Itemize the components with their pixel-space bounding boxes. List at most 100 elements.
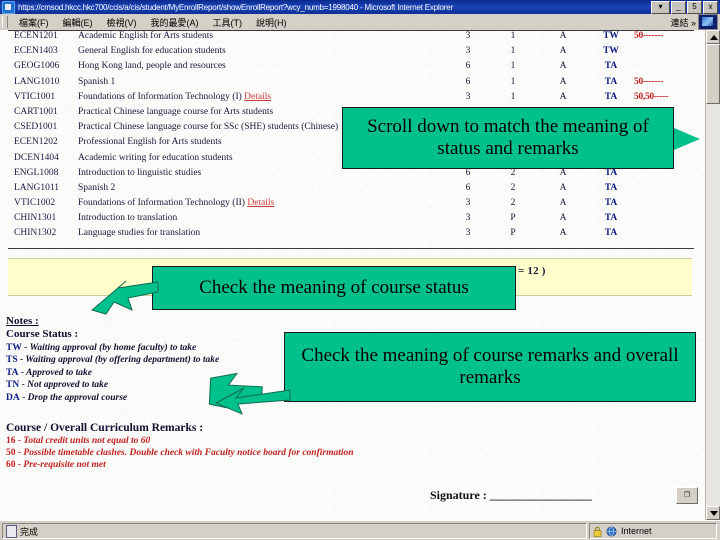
course-code: VTIC1001 [14, 91, 56, 102]
menu-item-tools[interactable]: 工具(T) [206, 16, 250, 29]
course-title: Hong Kong land, people and resources [78, 61, 226, 72]
course-grade: A [559, 167, 567, 178]
security-zone-pane[interactable]: Internet [589, 523, 717, 539]
course-semester: 1 [510, 91, 516, 102]
course-credit: 6 [465, 167, 471, 178]
course-remark: 50------- [634, 76, 663, 87]
course-credit: 3 [465, 198, 471, 209]
restore-window-button[interactable]: ❐ [676, 487, 698, 504]
course-code: CART1001 [14, 106, 58, 117]
scroll-up-button[interactable] [706, 30, 720, 44]
arrow-to-course-status-icon [90, 280, 159, 315]
note-item: TA - Approved to take [6, 368, 219, 378]
remark-item: 60 - Pre-requisite not met [6, 460, 354, 470]
browser-window: https://cmsod.hkcc.hkc700/ccis/a/cis/stu… [0, 0, 720, 540]
course-title: Academic English for Arts students [78, 31, 214, 41]
course-title-text: Foundations of Information Technology (I… [78, 91, 242, 102]
course-status: TA [604, 182, 618, 193]
course-credit: 3 [465, 91, 471, 102]
vertical-scrollbar[interactable] [705, 30, 720, 520]
course-credit: 6 [465, 182, 471, 193]
course-credit: 3 [465, 31, 471, 41]
note-text: - Waiting approval (by home faculty) to … [24, 342, 197, 353]
course-status: TA [604, 76, 618, 87]
course-title-text: Foundations of Information Technology (I… [78, 198, 245, 209]
close-button[interactable]: x [703, 0, 718, 14]
course-remark: 50,50----- [634, 91, 669, 102]
course-credit: 6 [465, 76, 471, 87]
course-grade: A [559, 61, 567, 72]
note-text: - Waiting approval (by offering departme… [20, 355, 220, 365]
course-code: CSED1001 [14, 122, 58, 133]
status-message: 完成 [20, 526, 39, 537]
links-button[interactable]: 連結 » [670, 16, 696, 29]
note-key: TW [6, 342, 22, 353]
note-key: TS [6, 355, 18, 365]
table-row: CHIN1302 Language studies for translatio… [8, 228, 694, 243]
course-status: TW [603, 46, 619, 57]
remark-key: 60 [6, 460, 16, 470]
remark-text: - Total credit units not equal to 60 [17, 436, 151, 446]
course-title: General English for education students [78, 46, 226, 57]
lock-icon [593, 526, 602, 537]
table-row: VTIC1001 Foundations of Information Tech… [8, 92, 694, 107]
menu-item-view[interactable]: 檢視(V) [100, 16, 144, 29]
course-code: ECEN1202 [14, 137, 58, 148]
menubar-right: 連結 » [670, 14, 720, 30]
scroll-down-button[interactable] [706, 506, 720, 520]
notes-section: Notes : Course Status : TW - Waiting app… [6, 315, 219, 403]
course-status: TA [604, 91, 618, 102]
course-code: CHIN1302 [14, 228, 57, 239]
course-credit: 6 [465, 61, 471, 72]
course-grade: A [559, 213, 567, 224]
course-status: TA [604, 61, 618, 72]
callout-scroll-down: Scroll down to match the meaning of stat… [342, 107, 674, 169]
menu-item-favorites[interactable]: 我的最愛(A) [144, 16, 206, 29]
course-credit: 3 [465, 213, 471, 224]
course-code: GEOG1006 [14, 61, 60, 72]
note-text: - Not approved to take [21, 380, 109, 390]
scrollbar-thumb[interactable] [706, 44, 720, 104]
window-titlebar: https://cmsod.hkcc.hkc700/ccis/a/cis/stu… [0, 0, 720, 14]
note-item: TS - Waiting approval (by offering depar… [6, 355, 219, 365]
arrow-to-remarks-title-icon [214, 387, 291, 415]
note-key: TA [6, 367, 19, 378]
maximize-button[interactable]: 5 [687, 0, 702, 14]
menu-item-help[interactable]: 說明(H) [249, 16, 294, 29]
menubar-grip[interactable] [2, 16, 8, 28]
course-grade: A [559, 198, 567, 209]
status-message-pane: 完成 [2, 523, 587, 539]
table-row: CHIN1301 Introduction to translation 3 P… [8, 213, 694, 228]
table-row: LANG1011 Spanish 2 6 2 A TA [8, 183, 694, 198]
security-zone-label: Internet [621, 526, 652, 536]
menu-item-file[interactable]: 檔案(F) [12, 16, 56, 29]
course-status-subtitle: Course Status : [6, 328, 79, 340]
course-code: LANG1010 [14, 76, 60, 87]
course-grade: A [559, 46, 567, 57]
note-item: DA - Drop the approval course [6, 393, 219, 403]
remark-item: 50 - Possible timetable clashes. Double … [6, 448, 354, 458]
course-code: ECEN1201 [14, 31, 58, 41]
chevron-up-icon [710, 35, 718, 40]
note-item: TN - Not approved to take [6, 380, 219, 390]
remarks-title: Course / Overall Curriculum Remarks : [6, 422, 204, 434]
table-row: ECEN1201 Academic English for Arts stude… [8, 31, 694, 46]
note-text: - Drop the approval course [22, 392, 128, 403]
remark-item: 16 - Total credit units not equal to 60 [6, 436, 354, 446]
ie-document-icon [2, 0, 15, 14]
course-title: Language studies for translation [78, 228, 201, 239]
course-title: Foundations of Information Technology (I… [78, 198, 448, 208]
menu-item-edit[interactable]: 編輯(E) [56, 16, 100, 29]
course-semester: 1 [510, 76, 516, 87]
course-semester: P [510, 228, 516, 239]
course-semester: 1 [510, 46, 516, 57]
course-code: ECEN1403 [14, 46, 58, 57]
table-row: GEOG1006 Hong Kong land, people and reso… [8, 61, 694, 76]
course-details-link[interactable]: Details [244, 92, 271, 102]
remark-key: 16 [6, 436, 16, 446]
note-key: TN [6, 380, 20, 390]
minimize-button[interactable]: _ [671, 0, 686, 14]
course-details-link[interactable]: Details [247, 198, 274, 208]
window-dropdown-button[interactable]: ▾ [651, 0, 670, 14]
course-status: TA [604, 213, 618, 224]
